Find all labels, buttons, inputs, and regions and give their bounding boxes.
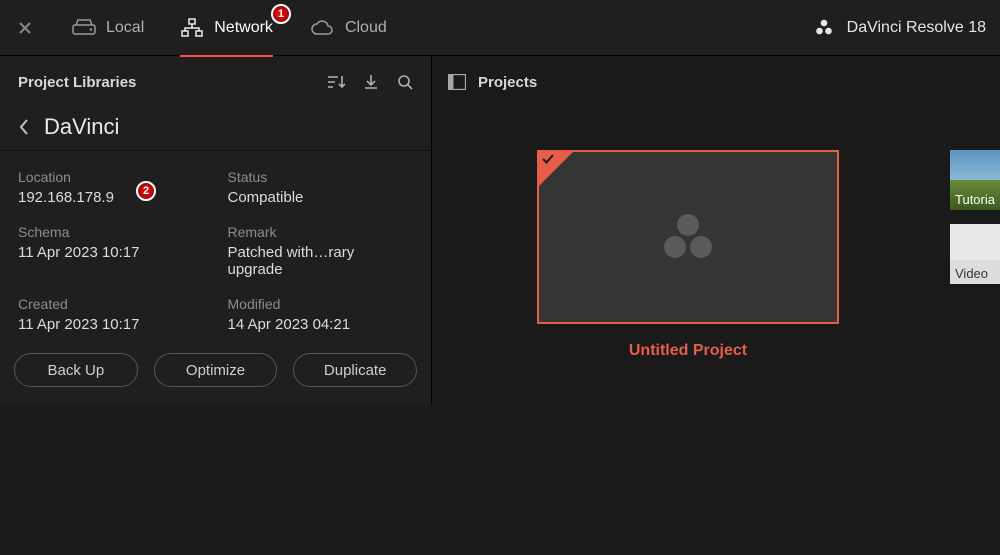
search-icon[interactable]	[397, 74, 413, 90]
resolve-logo-icon	[813, 17, 835, 39]
status-value: Compatible	[228, 189, 414, 206]
remark-label: Remark	[228, 224, 414, 240]
location-value: 192.168.178.9	[18, 189, 204, 206]
created-value: 11 Apr 2023 10:17	[18, 316, 204, 333]
created-label: Created	[18, 296, 204, 312]
sort-icon[interactable]	[327, 74, 345, 90]
schema-label: Schema	[18, 224, 204, 240]
tab-cloud[interactable]: Cloud	[309, 0, 387, 56]
project-thumbnail-selected[interactable]	[537, 150, 839, 324]
tab-network[interactable]: Network 1	[180, 0, 273, 56]
projects-heading: Projects	[478, 74, 537, 91]
app-brand: DaVinci Resolve 18	[813, 17, 986, 39]
sidebar: Project Libraries DaVinci Locatio	[0, 56, 432, 405]
network-icon	[180, 18, 204, 38]
duplicate-button[interactable]: Duplicate	[293, 353, 417, 387]
cloud-icon	[309, 19, 335, 37]
tab-label: Network	[214, 19, 273, 37]
close-icon[interactable]	[14, 17, 36, 39]
location-label: Location	[18, 169, 204, 185]
modified-value: 14 Apr 2023 04:21	[228, 316, 414, 333]
schema-value: 11 Apr 2023 10:17	[18, 244, 204, 261]
tab-local[interactable]: Local	[72, 0, 144, 56]
project-thumbnail[interactable]: Tutoria	[950, 150, 1000, 210]
tile-label: Video	[955, 266, 988, 281]
projects-panel: Projects Untitled Project Tutoria Video …	[432, 56, 1000, 405]
panel-layout-icon[interactable]	[448, 74, 466, 90]
selected-check-icon	[539, 152, 573, 186]
remark-value: Patched with…rary upgrade	[228, 244, 414, 278]
status-label: Status	[228, 169, 414, 185]
resolve-placeholder-icon	[656, 205, 720, 269]
project-side-tiles: Tutoria Video	[950, 150, 1000, 284]
back-chevron-icon[interactable]	[18, 118, 30, 136]
library-info: Location 192.168.178.9 2 Status Compatib…	[0, 151, 431, 351]
project-thumbnail[interactable]: Video	[950, 224, 1000, 284]
tab-label: Local	[106, 19, 144, 37]
app-brand-label: DaVinci Resolve 18	[847, 19, 986, 37]
tile-label: Tutoria	[955, 192, 995, 207]
backup-button[interactable]: Back Up	[14, 353, 138, 387]
download-icon[interactable]	[363, 74, 379, 90]
library-breadcrumb: DaVinci	[0, 108, 431, 151]
annotation-badge-1: 1	[271, 4, 291, 24]
library-name: DaVinci	[44, 114, 119, 140]
project-libraries-heading: Project Libraries	[18, 74, 136, 91]
tab-label: Cloud	[345, 19, 387, 37]
optimize-button[interactable]: Optimize	[154, 353, 278, 387]
modified-label: Modified	[228, 296, 414, 312]
drive-icon	[72, 19, 96, 37]
project-title-selected[interactable]: Untitled Project	[537, 342, 839, 360]
top-bar: Local Network 1 Cloud DaVinci Resolve 18	[0, 0, 1000, 56]
